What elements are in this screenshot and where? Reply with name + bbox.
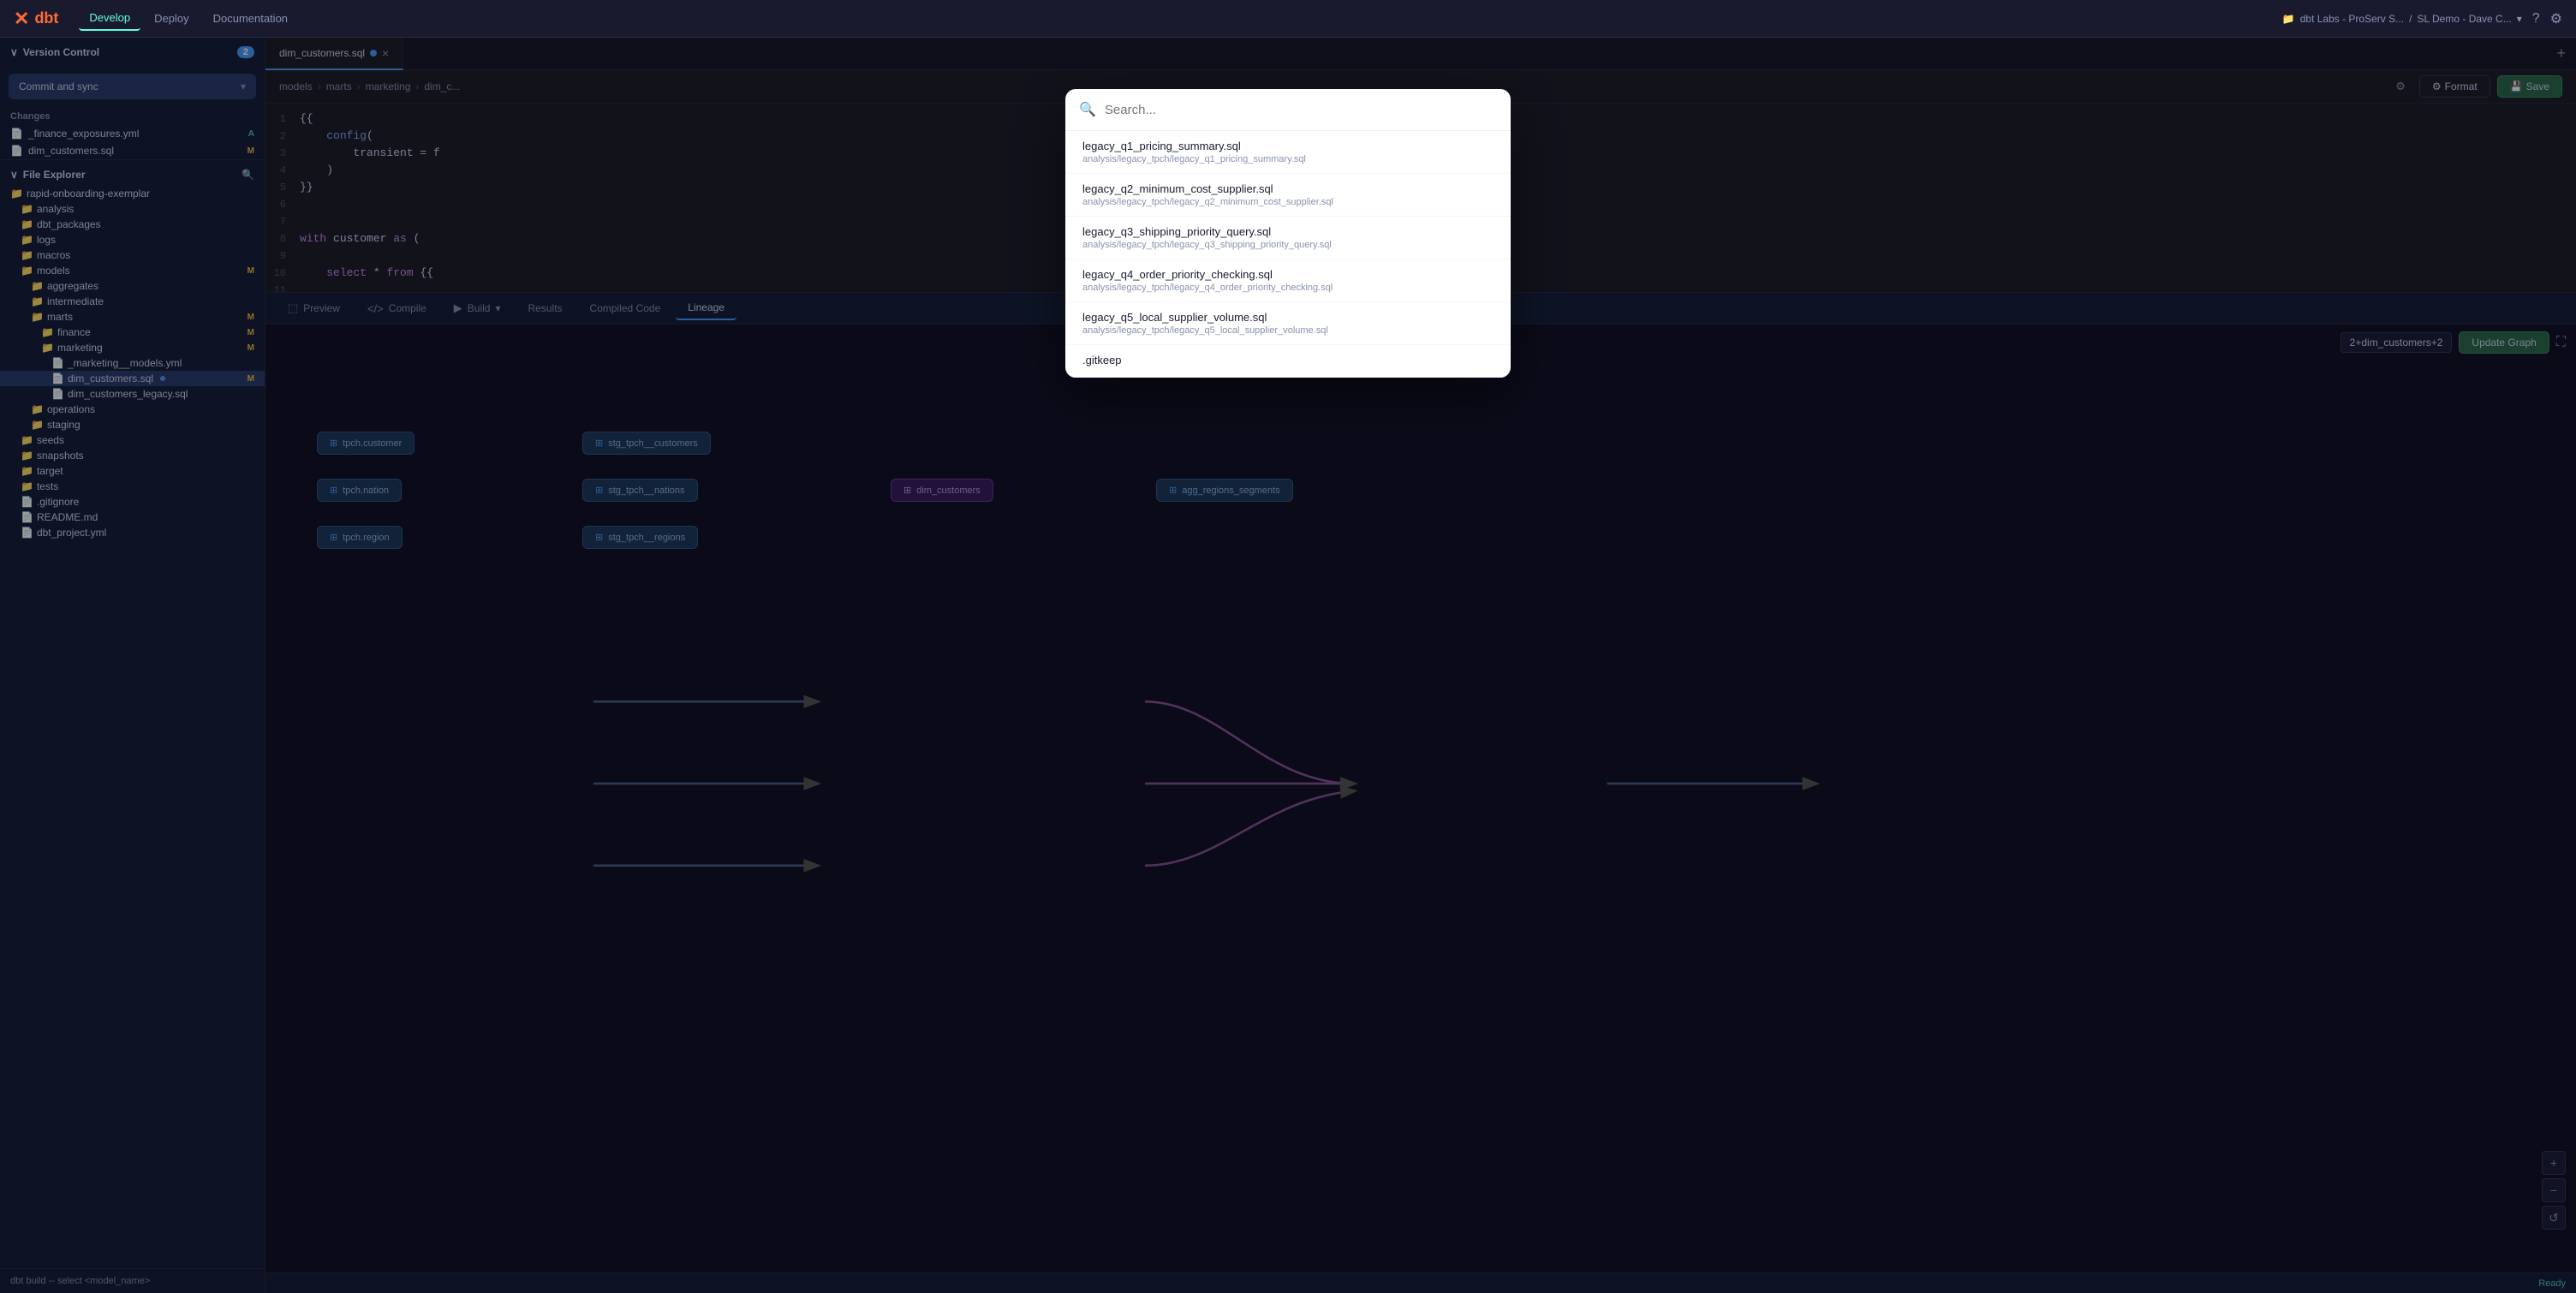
result-name: .gitkeep (1082, 354, 1494, 366)
settings-button[interactable]: ⚙ (2550, 10, 2562, 27)
result-path: analysis/legacy_tpch/legacy_q5_local_sup… (1082, 325, 1494, 336)
result-name: legacy_q3_shipping_priority_query.sql (1082, 225, 1494, 238)
search-result-4[interactable]: legacy_q5_local_supplier_volume.sql anal… (1065, 302, 1511, 345)
project-folder-icon: 📁 (2282, 13, 2295, 25)
dbt-logo-icon: ✕ (14, 8, 29, 30)
search-result-3[interactable]: legacy_q4_order_priority_checking.sql an… (1065, 259, 1511, 302)
search-modal-overlay[interactable]: 🔍 legacy_q1_pricing_summary.sql analysis… (0, 38, 2576, 1293)
top-nav: ✕ dbt Develop Deploy Documentation 📁 dbt… (0, 0, 2576, 38)
workspace-name: SL Demo - Dave C... (2417, 13, 2511, 25)
search-modal-input[interactable] (1105, 103, 1497, 117)
result-name: legacy_q1_pricing_summary.sql (1082, 140, 1494, 152)
nav-link-deploy[interactable]: Deploy (144, 7, 199, 30)
result-name: legacy_q5_local_supplier_volume.sql (1082, 311, 1494, 324)
nav-right: 📁 dbt Labs - ProServ S... / SL Demo - Da… (2282, 10, 2562, 27)
search-modal: 🔍 legacy_q1_pricing_summary.sql analysis… (1065, 89, 1511, 378)
result-path: analysis/legacy_tpch/legacy_q1_pricing_s… (1082, 154, 1494, 164)
search-result-5[interactable]: .gitkeep (1065, 345, 1511, 378)
dbt-logo-text: dbt (34, 9, 58, 27)
help-button[interactable]: ? (2532, 11, 2540, 27)
nav-link-develop[interactable]: Develop (79, 6, 140, 31)
search-modal-icon: 🔍 (1079, 101, 1096, 118)
search-result-1[interactable]: legacy_q2_minimum_cost_supplier.sql anal… (1065, 174, 1511, 217)
result-name: legacy_q2_minimum_cost_supplier.sql (1082, 182, 1494, 195)
result-path: analysis/legacy_tpch/legacy_q2_minimum_c… (1082, 197, 1494, 207)
workspace-chevron-icon: ▾ (2517, 13, 2522, 25)
nav-links: Develop Deploy Documentation (79, 6, 298, 31)
nav-project-info: 📁 dbt Labs - ProServ S... / SL Demo - Da… (2282, 13, 2522, 25)
project-name: dbt Labs - ProServ S... (2300, 13, 2404, 25)
result-path: analysis/legacy_tpch/legacy_q3_shipping_… (1082, 240, 1494, 250)
search-results: legacy_q1_pricing_summary.sql analysis/l… (1065, 131, 1511, 378)
search-input-row: 🔍 (1065, 89, 1511, 131)
project-sep: / (2409, 13, 2412, 25)
nav-link-docs[interactable]: Documentation (203, 7, 298, 30)
result-name: legacy_q4_order_priority_checking.sql (1082, 268, 1494, 281)
search-result-0[interactable]: legacy_q1_pricing_summary.sql analysis/l… (1065, 131, 1511, 174)
nav-logo: ✕ dbt (14, 8, 58, 30)
result-path: analysis/legacy_tpch/legacy_q4_order_pri… (1082, 283, 1494, 293)
search-result-2[interactable]: legacy_q3_shipping_priority_query.sql an… (1065, 217, 1511, 259)
